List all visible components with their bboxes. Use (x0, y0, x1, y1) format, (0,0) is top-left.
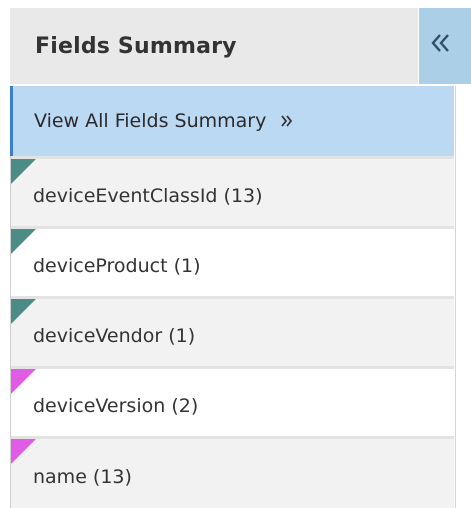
double-chevron-left-icon (430, 32, 452, 54)
field-label: name (13) (33, 465, 132, 488)
field-row-deviceproduct[interactable]: deviceProduct (1) (10, 226, 454, 296)
collapse-panel-button[interactable] (419, 8, 471, 84)
view-all-label: View All Fields Summary (34, 110, 267, 132)
field-marker-icon (10, 299, 36, 325)
field-row-name[interactable]: name (13) (10, 436, 454, 508)
fields-list: View All Fields Summary deviceEventClass… (10, 86, 456, 508)
field-marker-icon (10, 439, 36, 465)
panel-title: Fields Summary (35, 33, 237, 59)
view-all-fields-summary-link[interactable]: View All Fields Summary (10, 86, 454, 156)
panel-header: Fields Summary (10, 8, 418, 84)
field-row-deviceversion[interactable]: deviceVersion (2) (10, 366, 454, 436)
field-label: deviceVendor (1) (33, 324, 196, 347)
field-label: deviceVersion (2) (33, 394, 199, 417)
field-label: deviceProduct (1) (33, 254, 201, 277)
field-marker-icon (10, 369, 36, 395)
double-chevron-right-icon (266, 114, 294, 128)
field-marker-icon (10, 229, 36, 255)
list-divider (10, 156, 11, 508)
fields-summary-panel: Fields Summary View All Fields Summary d… (10, 8, 471, 508)
field-row-deviceeventclassid[interactable]: deviceEventClassId (13) (10, 156, 454, 226)
field-marker-icon (10, 159, 36, 185)
field-row-devicevendor[interactable]: deviceVendor (1) (10, 296, 454, 366)
field-label: deviceEventClassId (13) (33, 184, 263, 207)
